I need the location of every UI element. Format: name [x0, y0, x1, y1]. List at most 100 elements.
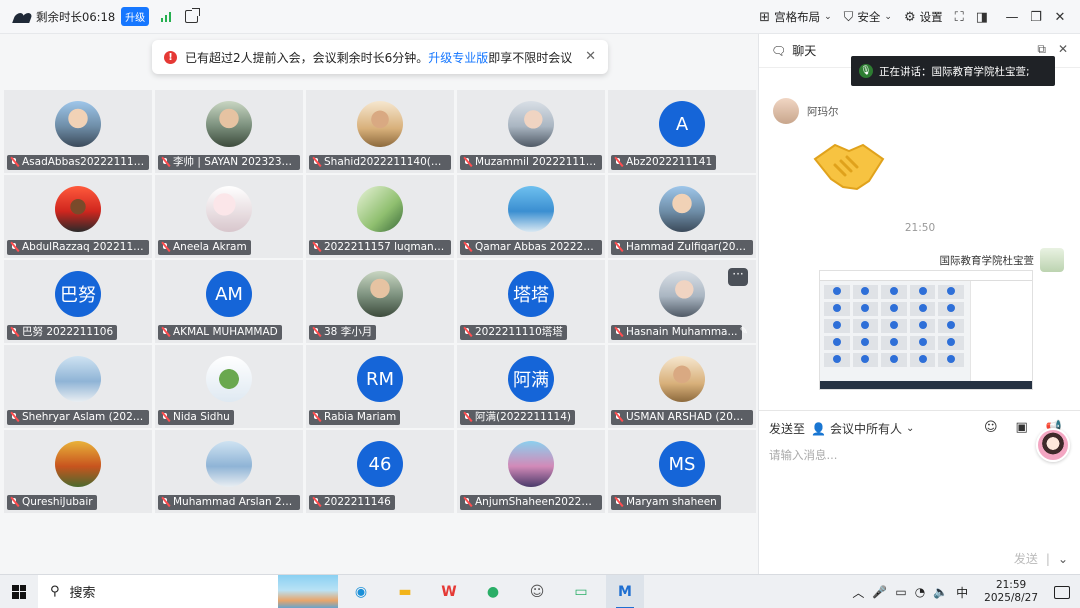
participant-tile[interactable]: Muzammil 2022211149: [457, 90, 605, 173]
participant-tile[interactable]: RM Rabia Mariam: [306, 345, 454, 428]
taskbar-search[interactable]: ⚲ 搜索: [38, 574, 278, 608]
wifi-icon[interactable]: ◔: [915, 585, 925, 599]
participant-tile[interactable]: AnjumShaheen202221...: [457, 430, 605, 513]
assistant-avatar[interactable]: [1036, 428, 1070, 462]
participant-avatar: AM: [206, 271, 252, 317]
participant-tile[interactable]: 2022211157 luqman k...: [306, 175, 454, 258]
participant-name: AnjumShaheen202221...: [475, 496, 598, 508]
search-icon: ⚲: [50, 584, 60, 599]
participant-tile[interactable]: ··· Hasnain Muhamma... ✎: [608, 260, 756, 343]
participant-name: Muzammil 2022211149: [475, 156, 598, 168]
participant-name: 李帅 | SAYAN 202323001: [173, 156, 296, 168]
wps-office-icon[interactable]: W: [430, 575, 468, 608]
participant-tile[interactable]: Hammad Zulfiqar(202...: [608, 175, 756, 258]
settings-button[interactable]: ⚙ 设置: [904, 9, 943, 25]
screenshot-image-message[interactable]: [819, 270, 1033, 390]
security-label: 安全: [857, 10, 881, 24]
participant-tile[interactable]: 阿满 阿满(2022211114): [457, 345, 605, 428]
upgrade-pro-link[interactable]: 升级专业版: [428, 49, 488, 66]
mic-muted-icon: [463, 327, 472, 338]
participant-tile[interactable]: USMAN ARSHAD (202...: [608, 345, 756, 428]
layout-button[interactable]: ⊞ 宫格布局 ⌄: [759, 9, 831, 25]
restore-button[interactable]: ❐: [1024, 10, 1048, 25]
volume-icon[interactable]: 🔈: [933, 585, 948, 599]
network-signal-icon[interactable]: [161, 11, 172, 22]
participant-name: Shahid2022211140(上...: [324, 156, 447, 168]
participant-avatar: [659, 186, 705, 232]
participant-tile[interactable]: AbdulRazzaq 2022111...: [4, 175, 152, 258]
windows-start-icon[interactable]: [12, 584, 26, 599]
participant-tile[interactable]: 塔塔 2022211110塔塔: [457, 260, 605, 343]
notification-icon[interactable]: [1054, 585, 1070, 599]
fullscreen-button[interactable]: ⛶: [955, 10, 964, 25]
participant-avatar: MS: [659, 441, 705, 487]
emoji-icon[interactable]: ☺: [984, 420, 998, 435]
participant-tile[interactable]: 李帅 | SAYAN 202323001: [155, 90, 303, 173]
participant-tile[interactable]: AsadAbbas2022211112: [4, 90, 152, 173]
more-options-button[interactable]: ···: [728, 268, 748, 286]
battery-icon[interactable]: ▭: [895, 585, 906, 599]
participant-tile[interactable]: 巴努 巴努 2022211106: [4, 260, 152, 343]
settings-label: 设置: [919, 10, 943, 24]
participant-name: 2022211146: [324, 496, 391, 508]
sidebar-toggle-button[interactable]: ◨: [976, 10, 988, 25]
participant-tile[interactable]: AM AKMAL MUHAMMAD: [155, 260, 303, 343]
popout-icon[interactable]: ⧉: [1037, 42, 1046, 57]
microphone-icon[interactable]: 🎤: [872, 585, 887, 599]
chevron-down-icon[interactable]: ⌄: [1058, 552, 1068, 566]
close-button[interactable]: ✕: [1048, 10, 1072, 25]
ime-indicator[interactable]: 中: [956, 584, 968, 601]
chat-message-sender: 阿玛尔: [773, 98, 839, 124]
layout-label: 宫格布局: [774, 10, 821, 24]
participant-name-tag: Maryam shaheen: [611, 495, 721, 510]
security-button[interactable]: ⛉ 安全 ⌄: [844, 9, 892, 25]
send-button[interactable]: 发送: [1014, 550, 1038, 567]
avatar: [1040, 248, 1064, 272]
people-icon: 👤: [811, 421, 826, 436]
wechat-icon[interactable]: ●: [474, 575, 512, 608]
upgrade-button[interactable]: 升级: [121, 7, 150, 26]
participant-tile[interactable]: 38 李小月: [306, 260, 454, 343]
participant-tile[interactable]: Qamar Abbas 202221...: [457, 175, 605, 258]
participant-tile[interactable]: Shahid2022211140(上...: [306, 90, 454, 173]
chevron-down-icon: ⌄: [905, 423, 915, 434]
participant-avatar: RM: [357, 356, 403, 402]
close-icon[interactable]: ✕: [1058, 42, 1068, 57]
meeting-app-icon[interactable]: M: [606, 574, 644, 608]
participant-tile[interactable]: Muhammad Arslan 20...: [155, 430, 303, 513]
participant-tile[interactable]: Aneela Akram: [155, 175, 303, 258]
participant-tile[interactable]: MS Maryam shaheen: [608, 430, 756, 513]
participant-avatar: [206, 441, 252, 487]
mic-muted-icon: [614, 327, 623, 338]
screen-share-icon[interactable]: ▭: [562, 575, 600, 608]
chevron-up-icon[interactable]: ︿: [852, 584, 864, 601]
participant-name-tag: Abz2022211141: [611, 155, 717, 170]
user-app-icon[interactable]: ☺: [518, 575, 556, 608]
handshake-emoji: [813, 143, 885, 191]
time-limit-notice: ! 已有超过2人提前入会，会议剩余时长6分钟。 升级专业版 即享不限时会议 ✕: [152, 40, 608, 74]
participant-name-tag: 阿满(2022211114): [460, 410, 575, 425]
participant-avatar: [357, 271, 403, 317]
edge-browser-icon[interactable]: ◉: [342, 575, 380, 608]
minimize-button[interactable]: —: [1000, 10, 1024, 25]
file-explorer-icon[interactable]: ▬: [386, 575, 424, 608]
message-input[interactable]: [769, 448, 1029, 462]
participant-name-tag: 2022211146: [309, 495, 395, 510]
participant-tile[interactable]: A Abz2022211141: [608, 90, 756, 173]
participant-tile[interactable]: Shehryar Aslam (2022...: [4, 345, 152, 428]
mic-muted-icon: [614, 157, 623, 168]
participant-tile[interactable]: QureshiJubair: [4, 430, 152, 513]
share-link-icon[interactable]: [185, 8, 201, 23]
participant-tile[interactable]: Nida Sidhu: [155, 345, 303, 428]
close-icon[interactable]: ✕: [585, 49, 596, 64]
participant-avatar: [659, 271, 705, 317]
pencil-icon[interactable]: ✎: [740, 326, 748, 337]
participant-avatar: A: [659, 101, 705, 147]
mic-muted-icon: [161, 157, 170, 168]
warning-icon: !: [164, 50, 177, 64]
participant-tile[interactable]: 46 2022211146: [306, 430, 454, 513]
send-to-selector[interactable]: 发送至 👤 会议中所有人 ⌄: [769, 420, 914, 437]
folder-icon[interactable]: ▣: [1016, 420, 1028, 435]
taskbar-clock[interactable]: 21:59 2025/8/27: [984, 579, 1038, 605]
chevron-down-icon: ⌄: [884, 12, 892, 22]
